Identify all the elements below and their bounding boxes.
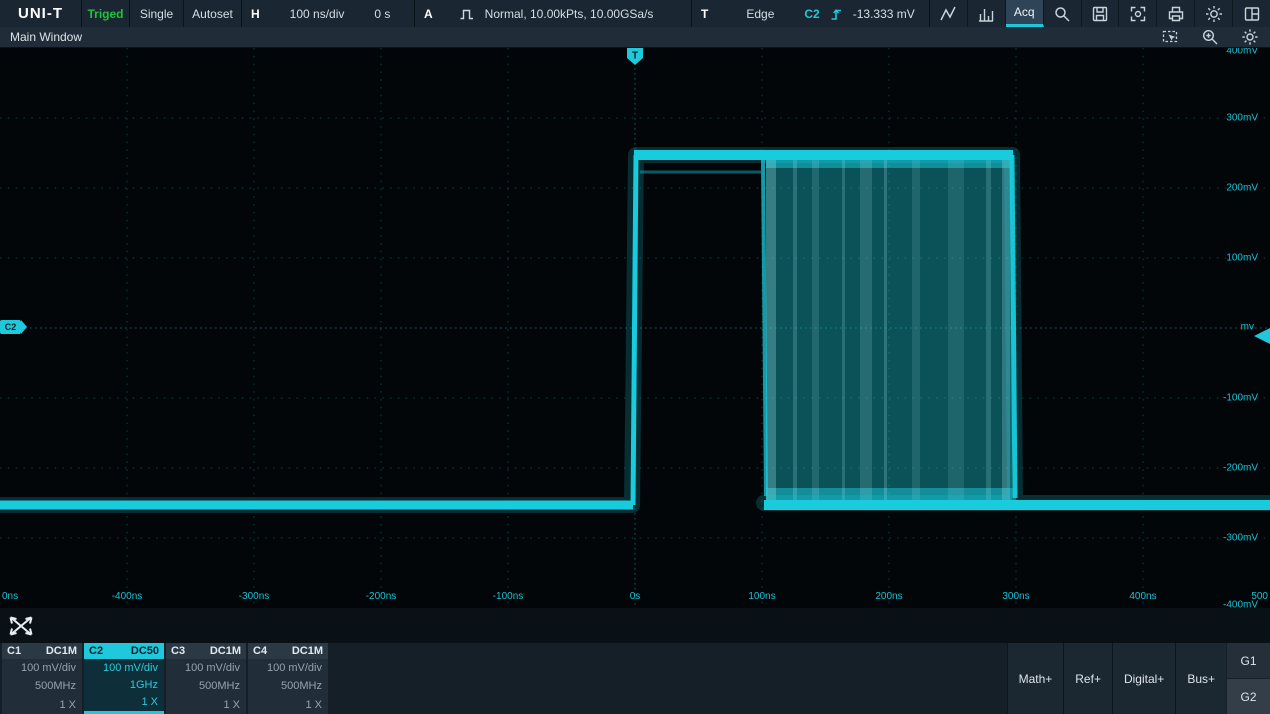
channel-probe: 1 X [248, 696, 328, 714]
y-axis-label: -300mV [1223, 533, 1258, 544]
horizontal-settings-button[interactable]: H 100 ns/div 0 s [242, 0, 415, 27]
trace-c2 [0, 155, 1270, 505]
trigger-level-value: -13.333 mV [853, 7, 915, 21]
zoom-in-icon[interactable] [1190, 27, 1230, 47]
channel-scale: 100 mV/div [248, 659, 328, 677]
horizontal-offset-value: 0 s [374, 7, 390, 21]
channel-scale: 100 mV/div [166, 659, 246, 677]
x-axis-label: 100ns [748, 591, 775, 602]
oscilloscope-app: UNI-T Triged Single Autoset H 100 ns/div… [0, 0, 1270, 714]
channel-bandwidth: 500MHz [248, 677, 328, 695]
trigger-source-value: C2 [804, 7, 819, 21]
channel-id: C4 [253, 645, 267, 657]
waveform-canvas[interactable]: T C2 [0, 48, 1270, 608]
channel-id: C3 [171, 645, 185, 657]
channel-probe: 1 X [84, 694, 164, 711]
acq-button[interactable]: Acq [1006, 0, 1044, 27]
digital-add-button[interactable]: Digital+ [1112, 643, 1175, 714]
group-column: G1 G2 [1227, 643, 1270, 714]
channel-probe: 1 X [166, 696, 246, 714]
window-title-bar: Main Window [0, 27, 1270, 48]
channel-bar-spacer [330, 643, 1007, 714]
acquire-info: Normal, 10.00kPts, 10.00GSa/s [485, 7, 654, 21]
window-title-icons [1150, 27, 1270, 47]
interpolation-icon[interactable] [968, 0, 1006, 27]
trace-persistence-band [766, 152, 1016, 508]
channel-c4-block[interactable]: C4 DC1M 100 mV/div 500MHz 1 X [248, 643, 328, 714]
single-button[interactable]: Single [130, 0, 184, 27]
waveform-display[interactable]: T C2 400mV 300mV 200mV 100mV mv -100mV -… [0, 48, 1270, 608]
trigger-label: T [701, 7, 708, 21]
channel-coupling: DC1M [46, 645, 77, 657]
tool-strip [0, 608, 1270, 643]
channel-bar: C1 DC1M 100 mV/div 500MHz 1 X C2 DC50 10… [0, 643, 1270, 714]
x-axis-label: 500 [1251, 591, 1268, 602]
channel-bandwidth: 1GHz [84, 676, 164, 693]
channel-c2-block[interactable]: C2 DC50 100 mV/div 1GHz 1 X [84, 643, 164, 714]
math-add-button[interactable]: Math+ [1007, 643, 1064, 714]
channel-coupling: DC1M [292, 645, 323, 657]
settings-icon[interactable] [1195, 0, 1233, 27]
window-layout-icon[interactable] [1233, 0, 1270, 27]
pan-move-icon[interactable] [7, 614, 35, 638]
x-axis-label: 200ns [875, 591, 902, 602]
channel-coupling: DC50 [131, 645, 159, 657]
channel-id: C1 [7, 645, 21, 657]
save-icon[interactable] [1082, 0, 1120, 27]
autoset-button[interactable]: Autoset [184, 0, 242, 27]
y-axis-label: 200mV [1226, 183, 1258, 194]
trigger-position-marker[interactable]: T [627, 48, 643, 65]
bus-add-button[interactable]: Bus+ [1175, 643, 1226, 714]
svg-text:T: T [632, 51, 638, 62]
channel-scale: 100 mV/div [2, 659, 82, 677]
y-axis-label: 300mV [1226, 113, 1258, 124]
acquire-settings-button[interactable]: A Normal, 10.00kPts, 10.00GSa/s [415, 0, 692, 27]
x-axis-label: 0ns [2, 591, 18, 602]
ref-add-button[interactable]: Ref+ [1063, 643, 1112, 714]
printer-icon[interactable] [1157, 0, 1195, 27]
trigger-level-marker[interactable] [1254, 328, 1270, 344]
screenshot-icon[interactable] [1119, 0, 1157, 27]
y-axis-label: 400mV [1226, 48, 1258, 57]
uni-t-logo: UNI-T [0, 0, 82, 27]
display-settings-icon[interactable] [1230, 27, 1270, 47]
channel-scale: 100 mV/div [84, 659, 164, 676]
x-axis-label: -100ns [493, 591, 524, 602]
search-icon[interactable] [1044, 0, 1082, 27]
channel-c1-block[interactable]: C1 DC1M 100 mV/div 500MHz 1 X [2, 643, 82, 714]
x-axis-label: 0s [630, 591, 641, 602]
rising-edge-icon [829, 6, 844, 22]
channel-coupling: DC1M [210, 645, 241, 657]
x-axis-label: -400ns [112, 591, 143, 602]
x-axis-label: 400ns [1129, 591, 1156, 602]
auto-measure-icon[interactable] [1150, 27, 1190, 47]
channel-bandwidth: 500MHz [2, 677, 82, 695]
trigger-status-indicator: Triged [82, 0, 130, 27]
noise-reject-icon[interactable] [930, 0, 968, 27]
acquire-label: A [424, 7, 433, 21]
channel-c2-marker[interactable]: C2 [0, 320, 27, 334]
svg-text:C2: C2 [5, 322, 17, 332]
y-axis-zero-label: mv [1241, 322, 1254, 333]
group-g2-button[interactable]: G2 [1227, 679, 1270, 714]
group-g1-button[interactable]: G1 [1227, 643, 1270, 678]
trigger-type-value: Edge [746, 7, 774, 21]
y-axis-label: -200mV [1223, 463, 1258, 474]
pulse-icon [459, 6, 475, 22]
x-axis-label: -200ns [366, 591, 397, 602]
timebase-value: 100 ns/div [290, 7, 345, 21]
channel-bandwidth: 500MHz [166, 677, 246, 695]
y-axis-label: 100mV [1226, 253, 1258, 264]
channel-probe: 1 X [2, 696, 82, 714]
channel-id: C2 [89, 645, 103, 657]
x-axis-label: 300ns [1002, 591, 1029, 602]
horizontal-label: H [251, 7, 260, 21]
trigger-settings-button[interactable]: T Edge C2 -13.333 mV [692, 0, 930, 27]
x-axis-label: -300ns [239, 591, 270, 602]
window-title: Main Window [10, 30, 82, 44]
toolbar-icons: Acq [930, 0, 1270, 27]
y-axis-label: -100mV [1223, 393, 1258, 404]
channel-c3-block[interactable]: C3 DC1M 100 mV/div 500MHz 1 X [166, 643, 246, 714]
top-toolbar: UNI-T Triged Single Autoset H 100 ns/div… [0, 0, 1270, 27]
